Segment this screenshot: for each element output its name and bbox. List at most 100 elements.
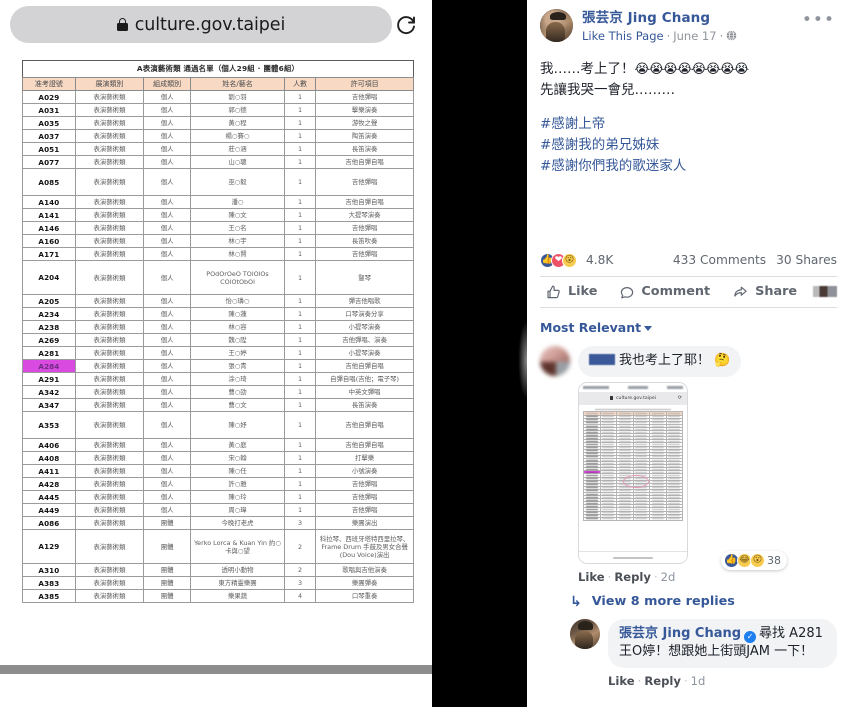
cell-category: 表演藝術類 [74, 294, 145, 308]
cell-count: 1 [283, 90, 317, 104]
cell-category: 表演藝術類 [74, 116, 145, 130]
cell-category: 表演藝術類 [74, 346, 145, 360]
table-row: A269 表演藝術類 個人 魏○陞 1 吉他彈唱、演奏 [22, 333, 414, 347]
blurred-profile-chip [813, 286, 837, 298]
reply-author-name[interactable]: 張芸京 Jing Chang [619, 626, 741, 641]
cell-category: 表演藝術類 [74, 195, 145, 209]
table-row: A238 表演藝術類 個人 林○容 1 小提琴演奏 [22, 320, 414, 334]
cell-permit-item: 長笛吹奏 [315, 234, 414, 248]
reply-reply-link[interactable]: Reply [644, 674, 681, 688]
cell-category: 表演藝術類 [74, 320, 145, 334]
cell-group-type: 個人 [143, 103, 192, 117]
comment-attached-screenshot[interactable]: culture.gov.taipei ⟳ [578, 381, 688, 564]
cell-count: 1 [283, 294, 317, 308]
comment-reaction-badge[interactable]: 👍 😂 😮 38 [721, 550, 787, 570]
caret-down-icon [644, 325, 653, 331]
cell-exam-id: A428 [22, 477, 76, 491]
cell-permit-item: 吉他彈唱、演奏 [315, 333, 414, 347]
post-author-name[interactable]: 張芸京 Jing Chang [582, 10, 737, 27]
cell-name: 林○賢 [190, 247, 285, 261]
cell-permit-item: 吉他自彈自唱 [315, 155, 414, 169]
cell-category: 表演藝術類 [74, 398, 145, 412]
post-menu-icon[interactable]: ••• [802, 12, 835, 29]
cell-group-type: 個人 [143, 208, 192, 222]
cell-group-type: 團體 [143, 516, 192, 530]
like-button[interactable]: Like [540, 284, 613, 300]
facebook-post-panel: 張芸京 Jing Chang Like This Page · June 17 … [527, 0, 850, 707]
cell-group-type: 個人 [143, 307, 192, 321]
post-date[interactable]: June 17 [673, 29, 716, 43]
reply-timestamp: 1d [690, 674, 706, 689]
table-row: A408 表演藝術類 個人 宋○翰 1 打擊樂 [22, 451, 414, 465]
meta-sep-2: · [719, 28, 724, 43]
table-row: A310 表演藝術類 團體 透明小動物 2 歌唱與吉他演奏 [22, 563, 414, 577]
reply-like-link[interactable]: Like [608, 674, 635, 688]
cell-count: 1 [283, 247, 317, 261]
reply-actions: Like · Reply · 1d [608, 674, 706, 689]
cell-count: 1 [283, 490, 317, 504]
cell-name: 劉○羽 [190, 90, 285, 104]
comment-sort-row: Most Relevant [540, 308, 837, 344]
cell-exam-id: A347 [22, 398, 76, 412]
cell-name: 今晚打老虎 [190, 516, 285, 530]
reply-author-avatar[interactable] [570, 618, 600, 649]
address-bar[interactable]: culture.gov.taipei [10, 6, 392, 43]
cell-name: Yerko Lorca & Kuan Yin 約○卡與○望 [190, 529, 285, 564]
cell-count: 1 [283, 103, 317, 117]
comment-author-avatar[interactable] [540, 345, 570, 376]
cell-count: 1 [283, 234, 317, 248]
mini-cell-exam-id [583, 516, 601, 521]
cell-name: POdOrOeO TOlOlOs COlOtObOl [190, 260, 285, 295]
cell-group-type: 個人 [143, 168, 192, 196]
reply-item: 張芸京 Jing Chang ✓ 尋找 A281 王O婷！想跟她上街頭JAM 一下！… [570, 618, 837, 689]
table-row: A204 表演藝術類 個人 POdOrOeO TOlOlOs COlOtObOl 1 豎琴 [22, 260, 414, 295]
cell-permit-item: 吉他彈唱 [315, 477, 414, 491]
share-count[interactable]: 30 Shares [776, 253, 837, 267]
cell-category: 表演藝術類 [74, 563, 145, 577]
cell-group-type: 個人 [143, 234, 192, 248]
cell-name: 怡○璘○ [190, 294, 285, 308]
phone-home-indicator [613, 556, 653, 560]
comment-reply-link[interactable]: Reply [614, 570, 651, 584]
bottom-fade [527, 693, 850, 707]
sort-dropdown[interactable]: Most Relevant [540, 320, 653, 335]
hashtag-2[interactable]: #感謝我的弟兄姊妹 [540, 135, 837, 156]
document-viewport: A表演藝術類 通過名單（個人29組 · 團體6組） 准考證號 展演類別 組成類別 姓名/… [0, 52, 432, 707]
hashtag-3[interactable]: #感謝你們我的歌迷家人 [540, 156, 837, 177]
comment-like-link[interactable]: Like [578, 570, 605, 584]
share-button[interactable]: Share [726, 284, 813, 300]
author-avatar[interactable] [540, 9, 573, 42]
cell-group-type: 個人 [143, 155, 192, 169]
cell-group-type: 個人 [143, 320, 192, 334]
like-this-page-link[interactable]: Like This Page [582, 29, 664, 43]
hashtag-1[interactable]: #感謝上帝 [540, 114, 837, 135]
comment-button[interactable]: Comment [613, 284, 726, 300]
phone-reload-icon: ⟳ [677, 395, 682, 402]
cell-group-type: 團體 [143, 589, 192, 603]
cell-permit-item: 游牧之聲 [315, 116, 414, 130]
cell-permit-item: 長笛演奏 [315, 398, 414, 412]
table-row: A077 表演藝術類 個人 山○聰 1 吉他自彈自唱 [22, 155, 414, 169]
comment-count[interactable]: 433 Comments [673, 253, 766, 267]
table-row: A146 表演藝術類 個人 王○名 1 吉他彈唱 [22, 221, 414, 235]
cell-permit-item: 吉他彈唱 [315, 221, 414, 235]
table-row: A347 表演藝術類 個人 曹○文 1 長笛演奏 [22, 398, 414, 412]
cell-name: 張○青 [190, 359, 285, 373]
view-more-replies-button[interactable]: ↳ View 8 more replies [570, 594, 837, 610]
cell-category: 表演藝術類 [74, 516, 145, 530]
cell-count: 1 [283, 385, 317, 399]
reaction-summary[interactable]: 👍 ❤ 😮 4.8K [540, 252, 613, 268]
cell-count: 1 [283, 155, 317, 169]
horizontal-scrollbar[interactable] [0, 665, 432, 674]
cell-category: 表演藝術類 [74, 234, 145, 248]
cell-group-type: 個人 [143, 90, 192, 104]
cell-count: 1 [283, 503, 317, 517]
post-meta: Like This Page · June 17 · [582, 29, 737, 43]
phone-url: culture.gov.taipei [616, 395, 656, 401]
cell-category: 表演藝術類 [74, 333, 145, 347]
comment-timestamp: 2d [660, 569, 676, 584]
cell-exam-id: A160 [22, 234, 76, 248]
reload-icon[interactable] [394, 12, 418, 36]
phone-lock-icon [610, 396, 614, 400]
cell-category: 表演藝術類 [74, 576, 145, 590]
